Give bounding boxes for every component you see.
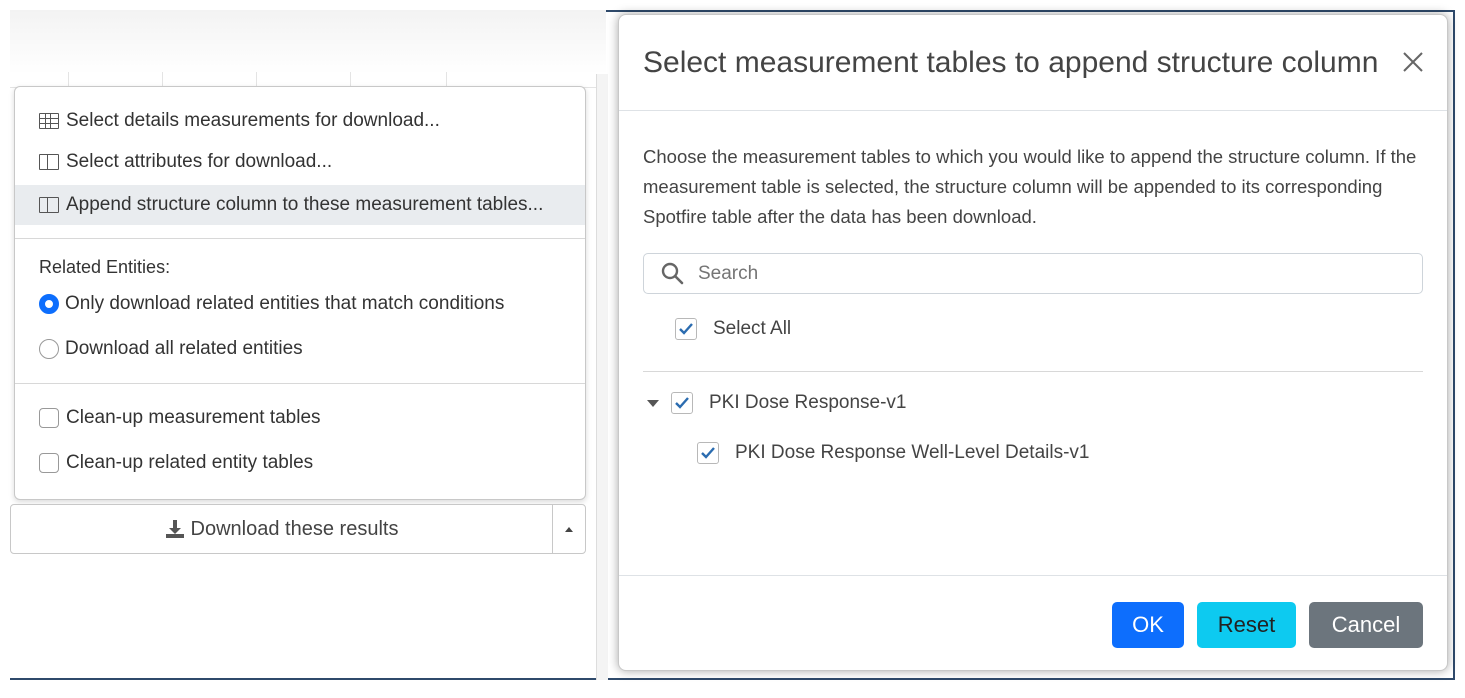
download-icon [165,519,185,539]
ok-button[interactable]: OK [1112,602,1184,648]
append-structure-modal: Select measurement tables to append stru… [618,14,1448,671]
radio-only-matching-entities[interactable]: Only download related entities that matc… [39,293,504,315]
modal-description: Choose the measurement tables to which y… [643,146,1417,227]
menu-item-label: Append structure column to these measure… [66,194,544,215]
radio-label: Download all related entities [65,338,303,359]
select-all-label: Select All [713,318,792,339]
download-dropdown-toggle[interactable] [553,505,585,553]
download-results-button[interactable]: Download these results [11,505,553,553]
tree-node-child[interactable]: PKI Dose Response Well-Level Details-v1 [697,442,1089,464]
radio-label: Only download related entities that matc… [65,293,505,314]
background-header [10,10,606,74]
tree-node-label: PKI Dose Response Well-Level Details-v1 [735,442,1090,463]
table-columns-icon [39,154,59,170]
checkbox[interactable] [39,453,59,473]
checkbox-label: Clean-up measurement tables [66,407,321,428]
search-input[interactable] [698,262,1422,285]
check-icon [675,397,689,409]
checkbox[interactable] [39,408,59,428]
check-icon [701,447,715,459]
menu-divider [15,238,585,239]
search-icon [660,261,686,287]
select-all-row[interactable]: Select All [675,318,791,340]
caret-down-icon[interactable] [647,399,659,407]
modal-title: Select measurement tables to append stru… [643,46,1379,79]
checkbox-cleanup-related-entity-tables[interactable]: Clean-up related entity tables [39,452,313,474]
tree-node-label: PKI Dose Response-v1 [709,392,907,413]
menu-item-select-details-measurements[interactable]: Select details measurements for download… [15,101,585,141]
menu-item-select-attributes[interactable]: Select attributes for download... [15,142,585,182]
radio-all-related-entities[interactable]: Download all related entities [39,338,303,360]
table-columns-icon [39,197,59,213]
modal-header: Select measurement tables to append stru… [619,15,1447,111]
list-separator [643,371,1423,372]
tree-node-checkbox[interactable] [671,392,693,414]
select-all-checkbox[interactable] [675,318,697,340]
background-scroll-strip [596,74,608,680]
related-entities-heading: Related Entities: [39,257,171,277]
tree-node-checkbox[interactable] [697,442,719,464]
caret-up-icon [565,526,573,532]
checkbox-label: Clean-up related entity tables [66,452,314,473]
check-icon [679,323,693,335]
search-box [643,253,1423,294]
download-results-label: Download these results [190,517,399,540]
download-options-menu: Select details measurements for download… [14,86,586,500]
menu-item-label: Select details measurements for download… [66,110,440,131]
reset-button[interactable]: Reset [1197,602,1296,648]
menu-item-append-structure-column[interactable]: Append structure column to these measure… [15,185,585,225]
checkbox-cleanup-measurement-tables[interactable]: Clean-up measurement tables [39,407,321,429]
radio-button[interactable] [39,339,59,359]
download-split-button: Download these results [10,504,586,554]
menu-divider [15,383,585,384]
modal-footer: OK Reset Cancel [619,575,1447,671]
table-grid-icon [39,113,59,129]
close-icon[interactable] [1401,50,1425,74]
tree-node-parent[interactable]: PKI Dose Response-v1 [647,392,907,414]
cancel-button[interactable]: Cancel [1309,602,1423,648]
menu-item-label: Select attributes for download... [66,151,333,172]
radio-button-checked[interactable] [39,294,59,314]
